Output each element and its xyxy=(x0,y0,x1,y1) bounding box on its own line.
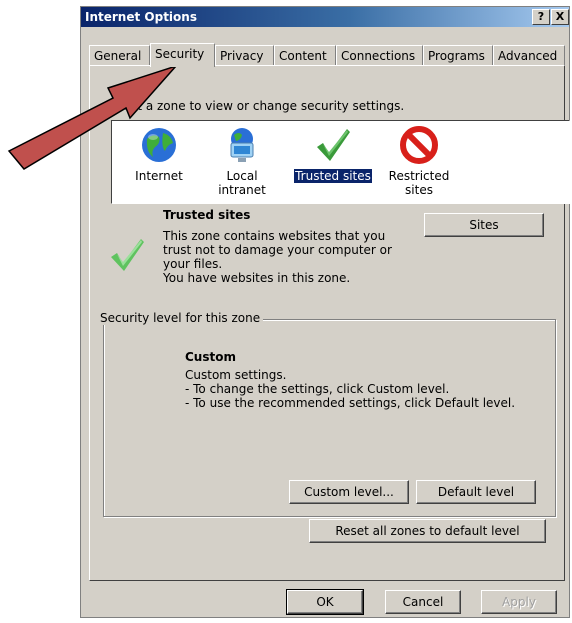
zone-desc-line1: This zone contains websites that you xyxy=(163,229,386,243)
tab-programs[interactable]: Programs xyxy=(423,45,493,65)
zone-label-line1: Restricted xyxy=(388,169,450,183)
help-button[interactable]: ? xyxy=(532,9,550,25)
zone-label: Internet xyxy=(135,169,183,183)
security-level-description: Custom settings. - To change the setting… xyxy=(185,368,515,410)
window-title: Internet Options xyxy=(85,10,197,24)
tab-general[interactable]: General xyxy=(89,45,150,65)
title-bar[interactable]: Internet Options ? X xyxy=(81,7,569,27)
default-level-button[interactable]: Default level xyxy=(416,480,536,504)
tab-strip: General Security Privacy Content Connect… xyxy=(89,43,565,67)
green-checkmark-icon xyxy=(317,129,350,161)
zone-details-title: Trusted sites xyxy=(163,208,251,222)
zone-details-description: This zone contains websites that you tru… xyxy=(163,229,392,285)
security-level-line2: - To change the settings, click Custom l… xyxy=(185,382,450,396)
zone-restricted-sites[interactable]: Restricted sites xyxy=(384,125,454,197)
tab-advanced[interactable]: Advanced xyxy=(493,45,565,65)
globe-icon xyxy=(142,128,176,162)
sites-button[interactable]: Sites xyxy=(424,213,544,237)
security-level-line1: Custom settings. xyxy=(185,368,287,382)
custom-level-button[interactable]: Custom level... xyxy=(289,480,409,504)
zone-trusted-sites[interactable]: Trusted sites xyxy=(290,125,376,184)
close-button[interactable]: X xyxy=(551,9,569,25)
zone-instruction: Select a zone to view or change security… xyxy=(105,99,405,113)
zone-label: Restricted sites xyxy=(388,169,451,197)
computer-globe-icon xyxy=(230,128,254,162)
zone-status: You have websites in this zone. xyxy=(163,271,351,285)
zone-label: Trusted sites xyxy=(293,168,373,184)
tab-connections[interactable]: Connections xyxy=(336,45,423,65)
tab-security[interactable]: Security xyxy=(150,43,215,67)
zone-label: Local intranet xyxy=(218,169,266,197)
security-level-legend: Security level for this zone xyxy=(97,311,264,325)
security-level-line3: - To use the recommended settings, click… xyxy=(185,396,516,410)
reset-all-zones-button[interactable]: Reset all zones to default level xyxy=(309,519,546,543)
zone-label-line2: sites xyxy=(405,183,433,197)
zone-list: Internet Local intranet Trusted sites Re… xyxy=(111,120,570,204)
apply-button[interactable]: Apply xyxy=(481,590,557,614)
ok-button[interactable]: OK xyxy=(286,589,364,615)
internet-options-dialog: Internet Options ? X General Security Pr… xyxy=(80,6,570,618)
security-level-title: Custom xyxy=(185,350,236,364)
cancel-button[interactable]: Cancel xyxy=(385,590,461,614)
tab-privacy[interactable]: Privacy xyxy=(215,45,274,65)
zone-local-intranet[interactable]: Local intranet xyxy=(200,125,284,197)
tab-content[interactable]: Content xyxy=(274,45,336,65)
zone-desc-line2: trust not to damage your computer or xyxy=(163,243,392,257)
no-entry-icon xyxy=(400,126,438,164)
zone-internet[interactable]: Internet xyxy=(126,125,192,183)
zone-desc-line3: your files. xyxy=(163,257,223,271)
trusted-sites-checkmark-icon xyxy=(111,239,144,271)
